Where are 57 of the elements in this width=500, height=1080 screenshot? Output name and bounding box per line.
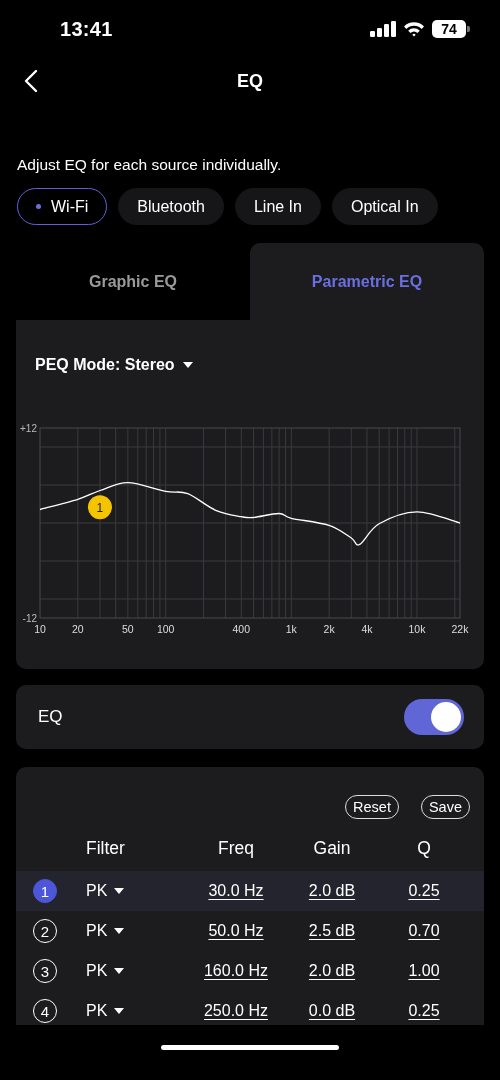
back-icon[interactable]	[24, 69, 38, 93]
description-text: Adjust EQ for each source individually.	[17, 156, 283, 174]
axis-label: 400	[232, 623, 251, 635]
axis-label: +12	[20, 423, 37, 434]
filter-type-dropdown[interactable]: PK	[86, 1002, 125, 1020]
caret-icon	[114, 968, 125, 974]
caret-icon	[114, 928, 125, 934]
caret-icon	[114, 1008, 125, 1014]
freq-value[interactable]: 160.0 Hz	[203, 962, 268, 980]
filter-marker[interactable]: 1	[87, 495, 112, 520]
q-value[interactable]: 0.70	[408, 922, 440, 940]
caret-icon	[182, 362, 193, 368]
filter-row[interactable]: 4 PK 250.0 Hz 0.0 dB 0.25	[16, 991, 484, 1025]
axis-label: 10	[34, 623, 46, 635]
source-chip[interactable]: Wi-Fi	[17, 188, 108, 225]
gain-value[interactable]: 0.0 dB	[308, 1002, 356, 1020]
eq-toggle[interactable]	[404, 699, 464, 735]
axis-label: 4k	[361, 623, 373, 635]
eq-tab[interactable]: Parametric EQ	[250, 243, 484, 320]
column-header: Freq	[218, 837, 254, 859]
status-time: 13:41	[60, 17, 113, 41]
freq-value[interactable]: 50.0 Hz	[208, 922, 264, 940]
freq-value[interactable]: 30.0 Hz	[208, 882, 264, 900]
filter-type-dropdown[interactable]: PK	[86, 922, 125, 940]
gain-value[interactable]: 2.0 dB	[308, 882, 356, 900]
axis-label: 50	[122, 623, 134, 635]
axis-label: 2k	[323, 623, 335, 635]
band-number[interactable]: 1	[33, 879, 57, 903]
peq-mode-dropdown[interactable]: PEQ Mode: Stereo	[35, 356, 193, 374]
axis-label: -12	[22, 613, 37, 624]
filter-type-dropdown[interactable]: PK	[86, 962, 125, 980]
page-title: EQ	[237, 70, 263, 92]
filter-row[interactable]: 2 PK 50.0 Hz 2.5 dB 0.70	[16, 911, 484, 951]
filter-row[interactable]: 3 PK 160.0 Hz 2.0 dB 1.00	[16, 951, 484, 991]
q-value[interactable]: 0.25	[408, 882, 440, 900]
q-value[interactable]: 1.00	[408, 962, 440, 980]
axis-label: 1k	[285, 623, 297, 635]
caret-icon	[114, 888, 125, 894]
eq-label: EQ	[38, 707, 63, 727]
signal-icon	[370, 21, 396, 37]
source-chip[interactable]: Line In	[234, 188, 321, 225]
freq-value[interactable]: 250.0 Hz	[203, 1002, 268, 1020]
q-value[interactable]: 0.25	[408, 1002, 440, 1020]
axis-label: 20	[72, 623, 84, 635]
filter-type-dropdown[interactable]: PK	[86, 882, 125, 900]
source-chip[interactable]: Bluetooth	[118, 188, 224, 225]
axis-label: 10k	[408, 623, 426, 635]
axis-label: 100	[156, 623, 175, 635]
filter-row[interactable]: 1 PK 30.0 Hz 2.0 dB 0.25	[16, 871, 484, 911]
gain-value[interactable]: 2.5 dB	[308, 922, 356, 940]
column-header: Filter	[86, 837, 126, 859]
axis-label: 22k	[451, 623, 469, 635]
gain-value[interactable]: 2.0 dB	[308, 962, 356, 980]
column-header: Gain	[313, 837, 351, 859]
column-header: Q	[417, 837, 431, 859]
source-chip[interactable]: Optical In	[331, 188, 438, 225]
wifi-icon	[403, 21, 425, 37]
